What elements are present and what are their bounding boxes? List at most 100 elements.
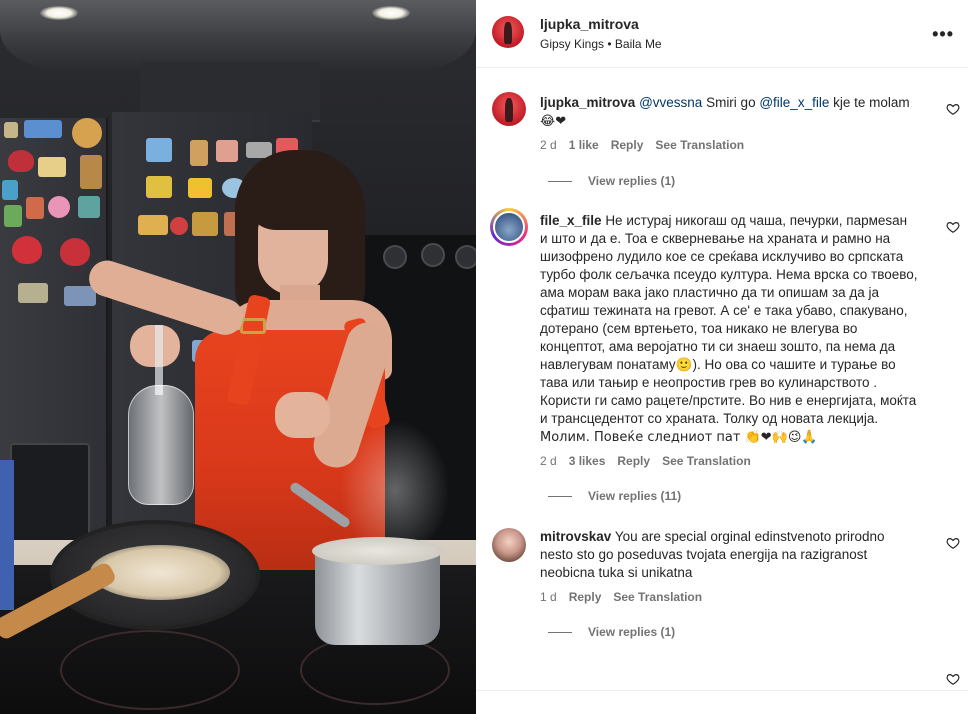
comment-time: 2 d [540,138,557,152]
audio-info[interactable]: Gipsy Kings • Baila Me [540,37,662,51]
fridge-magnet [12,236,42,264]
wine-glass [128,385,194,505]
heart-icon[interactable] [946,220,960,234]
fridge-magnet [24,120,62,138]
audio-separator: • [607,37,612,51]
see-translation-button[interactable]: See Translation [655,138,744,152]
mention-link[interactable]: @vvessna [639,95,702,110]
comment-line: концептот, ама веројатно ти си знаеш зош… [540,339,896,354]
hood-light [40,6,78,20]
oven-knob [383,245,407,269]
comment-meta: 1 d Reply See Translation [540,590,702,604]
fridge-magnet [188,178,212,198]
comment-line: Користи ги само рацете/прстите. Во нив е… [540,393,917,408]
comment-username[interactable]: file_x_file [540,213,602,228]
strap-buckle [240,318,266,334]
comment-body: ljupka_mitrova @vvessna Smiri go @file_x… [540,94,940,131]
hand [275,392,330,438]
comment-line: You are special orginal edinstvenoto pri… [614,529,885,544]
fridge-magnet [146,138,172,162]
heart-icon[interactable] [946,102,960,116]
fridge-magnet [38,157,66,177]
commenter-avatar[interactable] [490,208,528,246]
pot-contents [312,537,443,565]
comment-username[interactable]: mitrovskav [540,529,611,544]
more-options-icon[interactable]: ••• [932,24,954,45]
comment-time: 2 d [540,454,557,468]
comment-text: Smiri go [706,95,756,110]
comment-line: Молим. Повеќе следниот пат 👏❤🙌😉🙏 [540,430,818,445]
fridge-magnet [8,150,34,172]
like-count[interactable]: 3 likes [569,454,606,468]
fridge-magnet [4,122,18,138]
author-username[interactable]: ljupka_mitrova [540,16,639,32]
see-translation-button[interactable]: See Translation [613,590,702,604]
comment-line: ама морам вака јако пластично да ти опиш… [540,285,880,300]
comment-line: тава или тањир е неопростив грев во кули… [540,375,878,390]
reply-button[interactable]: Reply [617,454,650,468]
view-replies-label[interactable]: View replies (1) [588,625,675,639]
reply-button[interactable]: Reply [611,138,644,152]
comment-username[interactable]: ljupka_mitrova [540,95,635,110]
comment-line: навлегувам понатаму🙂). Но ова со чашите … [540,357,896,372]
mention-link[interactable]: @file_x_file [759,95,829,110]
box [0,460,14,610]
hood-light [372,6,410,20]
comment-body: mitrovskav You are special orginal edins… [540,528,940,582]
heart-icon[interactable] [946,672,960,686]
audio-artist[interactable]: Gipsy Kings [540,37,604,51]
burner [300,635,450,705]
view-replies-button[interactable]: View replies (11) [548,489,681,503]
author-avatar[interactable] [492,16,524,48]
oven-knob [421,243,445,267]
view-replies-button[interactable]: View replies (1) [548,174,675,188]
burner [60,630,240,710]
comment-line: турбо фолк сељачка псеудо култура. Нема … [540,267,918,282]
like-count[interactable]: 1 like [569,138,599,152]
fridge-magnet [190,140,208,166]
comment-text: kje te molam [833,95,910,110]
see-translation-button[interactable]: See Translation [662,454,751,468]
comment-body: file_x_file Не истурај никогаш од чаша, … [540,212,940,447]
fridge-magnet [72,118,102,148]
comment-line: сфатиш тежината на гревот. А се' е така … [540,303,908,318]
view-replies-button[interactable]: View replies (1) [548,625,675,639]
post-header: ljupka_mitrova Gipsy Kings • Baila Me ••… [476,0,968,68]
comments-panel: ljupka_mitrova Gipsy Kings • Baila Me ••… [476,0,968,714]
comment-meta: 2 d 1 like Reply See Translation [540,138,744,152]
view-replies-label[interactable]: View replies (11) [588,489,681,503]
comment-line: шизофрено лудило кое се среќава исклучив… [540,249,904,264]
comment-line: Не истурај никогаш од чаша, печурки, пар… [605,213,908,228]
fridge-magnet [4,205,22,227]
fridge-magnet [216,140,238,162]
comment-line: и што и да е. Тоа е скверне­вање на хран… [540,231,891,246]
comment-line: neobicna tuka si unikatna [540,565,693,580]
replies-divider [548,631,572,633]
view-replies-label[interactable]: View replies (1) [588,174,675,188]
fridge-magnet [48,196,70,218]
fridge-magnet [64,286,96,306]
bangs [245,160,345,230]
fridge-magnet [80,155,102,189]
fridge-magnet [26,197,44,219]
oven-knob [455,245,476,269]
comment-line: nesto sto go poseduvas tvojata energija … [540,547,868,562]
replies-divider [548,180,572,182]
replies-divider [548,495,572,497]
audio-track[interactable]: Baila Me [615,37,662,51]
fridge-magnet [2,180,18,200]
fridge-magnet [18,283,48,303]
commenter-avatar[interactable] [492,92,526,126]
fridge-magnet [192,212,218,236]
comment-line: и трансцедентот со храната. Толку од нов… [540,411,879,426]
fridge-magnet [138,215,168,235]
divider [476,690,968,691]
heart-icon[interactable] [946,536,960,550]
comment-meta: 2 d 3 likes Reply See Translation [540,454,751,468]
comment-time: 1 d [540,590,557,604]
post-media[interactable] [0,0,476,714]
comment-emojis: 😂❤ [540,114,567,129]
commenter-avatar[interactable] [492,528,526,562]
fridge-magnet [78,196,100,218]
reply-button[interactable]: Reply [569,590,602,604]
